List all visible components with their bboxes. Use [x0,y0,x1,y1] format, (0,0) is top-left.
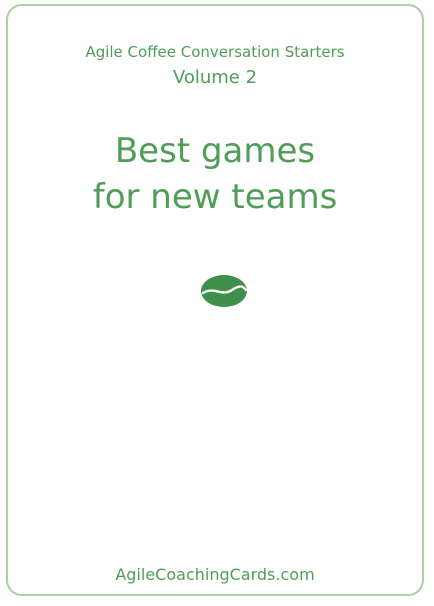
card-title: Best games for new teams [8,128,422,220]
card-title-line-1: Best games [114,131,316,171]
website-footer: AgileCoachingCards.com [115,565,315,584]
volume-label: Volume 2 [172,67,258,88]
card-title-line-2: for new teams [92,177,338,217]
conversation-card: Agile Coffee Conversation Starters Volum… [6,4,424,596]
coffee-bean-icon [201,275,248,307]
series-title: Agile Coffee Conversation Starters [85,43,345,61]
